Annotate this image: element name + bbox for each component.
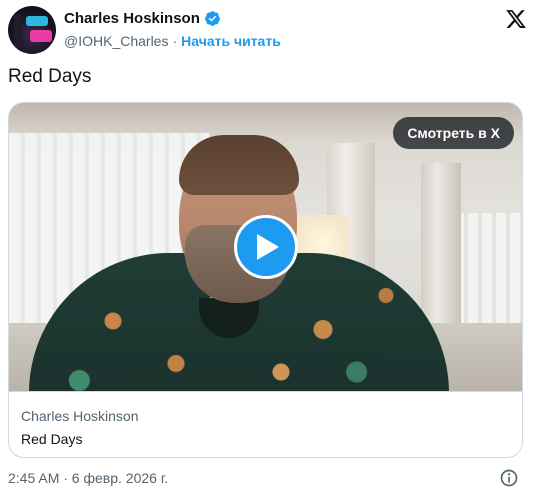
display-name[interactable]: Charles Hoskinson bbox=[64, 10, 200, 27]
x-logo-icon[interactable] bbox=[505, 8, 527, 30]
timestamp[interactable]: 2:45 AM · 6 февр. 2026 г. bbox=[8, 470, 168, 486]
play-icon bbox=[257, 234, 279, 260]
card-title: Red Days bbox=[21, 431, 83, 447]
avatar-detail bbox=[30, 30, 52, 42]
handle-row: @IOHK_Charles · Начать читать bbox=[64, 33, 281, 49]
tweet-text: Red Days bbox=[8, 66, 92, 87]
video-thumbnail[interactable]: Смотреть в X bbox=[9, 103, 522, 391]
thumb-person-hair bbox=[179, 135, 299, 195]
avatar[interactable] bbox=[8, 6, 56, 54]
avatar-detail bbox=[14, 14, 22, 48]
name-row: Charles Hoskinson bbox=[64, 10, 221, 27]
card-footer[interactable]: Charles Hoskinson Red Days bbox=[9, 391, 522, 457]
play-button[interactable] bbox=[234, 215, 298, 279]
info-icon[interactable] bbox=[499, 468, 519, 488]
video-card[interactable]: Смотреть в X Charles Hoskinson Red Days bbox=[8, 102, 523, 458]
handle[interactable]: @IOHK_Charles bbox=[64, 33, 168, 49]
avatar-detail bbox=[26, 16, 48, 26]
verified-badge-icon bbox=[204, 11, 220, 26]
separator: · bbox=[172, 33, 178, 49]
tweet-header: Charles Hoskinson @IOHK_Charles · Начать… bbox=[8, 6, 527, 54]
follow-link[interactable]: Начать читать bbox=[181, 33, 281, 49]
watch-on-x-button[interactable]: Смотреть в X bbox=[393, 117, 514, 149]
card-author: Charles Hoskinson bbox=[21, 408, 139, 424]
